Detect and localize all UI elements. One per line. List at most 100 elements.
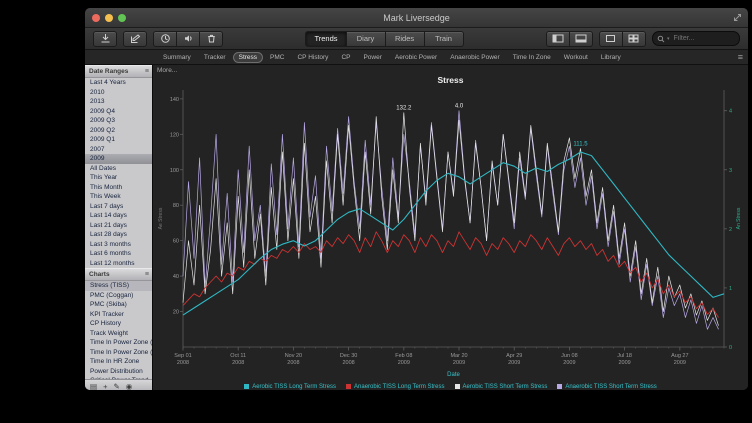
- svg-text:Dec 30: Dec 30: [340, 353, 357, 359]
- window-title: Mark Liversedge: [383, 13, 450, 23]
- tiled-view-button[interactable]: [623, 31, 646, 47]
- svg-text:2008: 2008: [177, 360, 189, 366]
- view-options-icon[interactable]: ◉: [126, 382, 133, 390]
- view-segment-trends[interactable]: Trends: [305, 31, 346, 47]
- view-segment-rides[interactable]: Rides: [386, 31, 425, 47]
- tab-pmc[interactable]: PMC: [264, 52, 290, 63]
- legend-label: Anaerobic TISS Long Term Stress: [354, 384, 445, 390]
- chart-list-item[interactable]: Track Weight: [85, 329, 152, 339]
- date-range-item[interactable]: Last 21 days: [85, 221, 152, 231]
- svg-text:Nov 20: Nov 20: [285, 353, 302, 359]
- chart-list-item[interactable]: Time In Power Zone (Stacked): [85, 338, 152, 348]
- export-icon: [100, 33, 111, 44]
- legend-swatch: [346, 384, 351, 389]
- charts-menu-icon[interactable]: ≡: [145, 271, 149, 278]
- date-range-item[interactable]: Last 3 months: [85, 240, 152, 250]
- stress-chart[interactable]: 2040608010012014001234Sep 012008Oct 1120…: [153, 86, 748, 381]
- date-range-item[interactable]: All Dates: [85, 164, 152, 174]
- date-range-item[interactable]: 2009 Q3: [85, 116, 152, 126]
- svg-text:Oct 11: Oct 11: [230, 353, 246, 359]
- chart-list-item[interactable]: PMC (Skiba): [85, 300, 152, 310]
- filter-input[interactable]: [672, 34, 734, 43]
- legend-item: Aerobic TISS Short Term Stress: [455, 384, 548, 390]
- sidebar-menu-icon[interactable]: ▤: [90, 382, 97, 390]
- audio-button[interactable]: [177, 31, 200, 47]
- date-range-item[interactable]: This Year: [85, 173, 152, 183]
- chart-list-item[interactable]: Time In HR Zone: [85, 357, 152, 367]
- title-bar[interactable]: Mark Liversedge: [85, 8, 748, 28]
- fullscreen-icon[interactable]: [733, 13, 742, 22]
- svg-text:Feb 08: Feb 08: [395, 353, 412, 359]
- date-range-item[interactable]: 2009 Q4: [85, 107, 152, 117]
- svg-text:2009: 2009: [674, 360, 686, 366]
- date-range-item[interactable]: Last 12 months: [85, 259, 152, 269]
- date-range-item[interactable]: Last 14 days: [85, 211, 152, 221]
- date-range-item[interactable]: 2007: [85, 145, 152, 155]
- chart-list-item[interactable]: PMC (Coggan): [85, 291, 152, 301]
- chart-list-item[interactable]: Stress (TISS): [85, 281, 152, 291]
- edit-pencil-icon[interactable]: ✎: [113, 382, 119, 390]
- date-range-item[interactable]: This Week: [85, 192, 152, 202]
- date-range-item[interactable]: 2009 Q1: [85, 135, 152, 145]
- toggle-bottombar-button[interactable]: [570, 31, 593, 47]
- close-button[interactable]: [92, 14, 100, 22]
- toggle-sidebar-button[interactable]: [546, 31, 570, 47]
- delete-button[interactable]: [200, 31, 223, 47]
- charts-header[interactable]: Charts ≡: [85, 268, 152, 281]
- view-segment-train[interactable]: Train: [425, 31, 464, 47]
- chart-list-item[interactable]: CP History: [85, 319, 152, 329]
- tab-cp-history[interactable]: CP History: [291, 52, 334, 63]
- svg-text:4: 4: [729, 108, 732, 114]
- date-range-item[interactable]: This Month: [85, 183, 152, 193]
- chart-list-item[interactable]: KPI Tracker: [85, 310, 152, 320]
- single-view-button[interactable]: [599, 31, 623, 47]
- date-range-item[interactable]: Last 4 Years: [85, 78, 152, 88]
- tabbar-menu-icon[interactable]: ≡: [738, 52, 743, 62]
- tab-workout[interactable]: Workout: [558, 52, 594, 63]
- view-segments: TrendsDiaryRidesTrain: [305, 31, 463, 47]
- tab-aerobic-power[interactable]: Aerobic Power: [389, 52, 443, 63]
- main-toolbar: TrendsDiaryRidesTrain: [85, 28, 748, 50]
- more-link[interactable]: More...: [153, 65, 748, 75]
- tab-tracker[interactable]: Tracker: [198, 52, 232, 63]
- date-ranges-menu-icon[interactable]: ≡: [145, 68, 149, 75]
- edit-button[interactable]: [123, 31, 147, 47]
- app-window: Mark Liversedge: [85, 8, 748, 390]
- filter-dropdown-icon[interactable]: ▾: [667, 36, 670, 42]
- tab-power[interactable]: Power: [357, 52, 387, 63]
- chart-tabbar: SummaryTrackerStressPMCCP HistoryCPPower…: [85, 50, 748, 65]
- chart-list-item[interactable]: Power Distribution: [85, 367, 152, 377]
- date-ranges-header[interactable]: Date Ranges ≡: [85, 65, 152, 78]
- clock-icon: [160, 33, 171, 44]
- svg-text:0: 0: [729, 345, 732, 351]
- svg-text:111.5: 111.5: [573, 141, 588, 147]
- svg-text:Ae Stress: Ae Stress: [158, 207, 164, 229]
- chart-list-item[interactable]: Time In Power Zone (Bar): [85, 348, 152, 358]
- date-range-item[interactable]: 2010: [85, 88, 152, 98]
- date-range-item[interactable]: Last 28 days: [85, 230, 152, 240]
- filter-field[interactable]: ▾: [652, 31, 740, 46]
- date-range-item[interactable]: 2009 Q2: [85, 126, 152, 136]
- date-range-item[interactable]: Last 7 days: [85, 202, 152, 212]
- view-segment-diary[interactable]: Diary: [347, 31, 386, 47]
- date-range-item[interactable]: 2009: [85, 154, 152, 164]
- add-icon[interactable]: +: [103, 382, 107, 390]
- tab-anaerobic-power[interactable]: Anaerobic Power: [444, 52, 506, 63]
- svg-text:60: 60: [173, 238, 179, 244]
- tab-time-in-zone[interactable]: Time In Zone: [507, 52, 557, 63]
- tab-cp[interactable]: CP: [335, 52, 356, 63]
- interval-button[interactable]: [153, 31, 177, 47]
- svg-text:Mar 20: Mar 20: [450, 353, 467, 359]
- export-button[interactable]: [93, 31, 117, 47]
- date-range-item[interactable]: 2013: [85, 97, 152, 107]
- svg-text:Date: Date: [447, 372, 460, 378]
- svg-text:Apr 29: Apr 29: [506, 353, 522, 359]
- zoom-button[interactable]: [118, 14, 126, 22]
- compose-icon: [130, 33, 141, 44]
- tab-stress[interactable]: Stress: [233, 52, 263, 63]
- tab-library[interactable]: Library: [595, 52, 627, 63]
- tab-summary[interactable]: Summary: [157, 52, 197, 63]
- legend-swatch: [244, 384, 249, 389]
- minimize-button[interactable]: [105, 14, 113, 22]
- date-range-item[interactable]: Last 6 months: [85, 249, 152, 259]
